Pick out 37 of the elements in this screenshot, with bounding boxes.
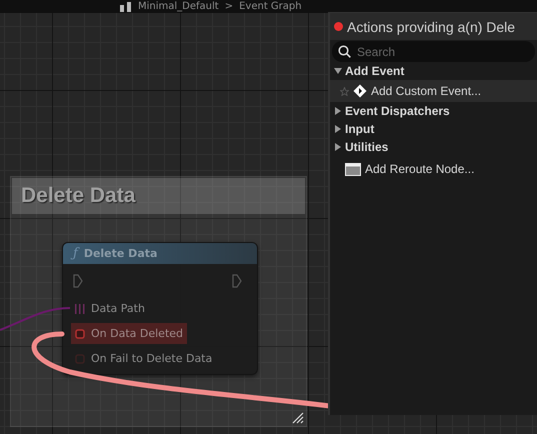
pin-label: On Fail to Delete Data	[91, 352, 212, 365]
menu-action[interactable]: Add Reroute Node...	[330, 156, 537, 182]
comment-title: Delete Data	[21, 184, 136, 208]
close-dot-icon[interactable]	[334, 22, 343, 31]
category-row[interactable]: Utilities	[330, 138, 537, 156]
search-icon	[338, 45, 351, 58]
function-node[interactable]: ƒ Delete Data Data Path On Data Deleted On Fail to Delete Data	[62, 242, 258, 375]
search-field[interactable]: Search	[332, 41, 535, 62]
node-title: Delete Data	[84, 247, 158, 260]
menu-action[interactable]: Add Custom Event...	[330, 80, 537, 102]
breadcrumb-separator: >	[224, 0, 234, 12]
expander-icon[interactable]	[334, 143, 342, 151]
exec-in-pin-icon[interactable]	[73, 274, 83, 288]
pin-row[interactable]: On Data Deleted	[71, 323, 188, 344]
resize-grip-icon[interactable]	[292, 412, 304, 424]
expander-icon[interactable]	[334, 107, 342, 115]
pin-label: On Data Deleted	[91, 327, 184, 340]
event-pin-icon[interactable]	[75, 328, 85, 338]
diamond-icon	[353, 84, 367, 98]
menu-title: Actions providing a(n) Dele	[347, 18, 516, 34]
function-icon: ƒ	[73, 246, 78, 261]
pin-row[interactable]: On Fail to Delete Data	[71, 348, 216, 369]
category-row[interactable]: Add Event	[330, 62, 537, 80]
expander-icon[interactable]	[334, 125, 342, 133]
breadcrumb-link[interactable]: Event Graph	[239, 0, 302, 12]
data-wire	[0, 307, 70, 331]
category-row[interactable]: Event Dispatchers	[330, 102, 537, 120]
pin-label: Data Path	[91, 302, 145, 315]
breadcrumb-link[interactable]: Minimal_Default	[138, 0, 219, 12]
search-input[interactable]: Search	[357, 44, 517, 58]
blueprint-icon	[120, 2, 132, 12]
exec-out-pin-icon[interactable]	[232, 274, 242, 288]
expander-icon[interactable]	[334, 67, 342, 75]
category-row[interactable]: Input	[330, 120, 537, 138]
reroute-node-icon	[345, 162, 361, 176]
star-icon[interactable]	[340, 86, 349, 96]
pin-row[interactable]: Data Path	[71, 298, 149, 319]
